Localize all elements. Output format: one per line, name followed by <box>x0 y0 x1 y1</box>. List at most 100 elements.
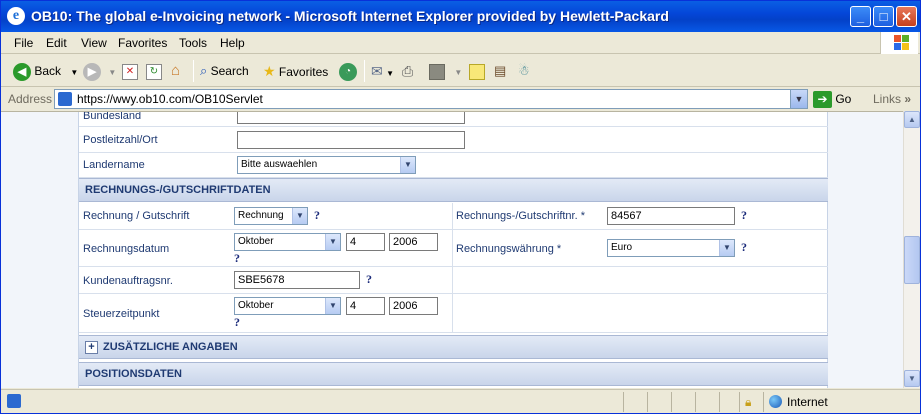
status-pane <box>623 392 647 412</box>
menu-view[interactable]: View <box>81 36 107 50</box>
refresh-button[interactable]: ↻ <box>146 61 162 81</box>
form-row-laender: Landername Bitte auswaehlen ▼ <box>79 153 828 178</box>
chevron-down-icon: ▼ <box>719 240 734 256</box>
links-button[interactable]: Links » <box>873 92 911 106</box>
toolbar: ◀ Back ▼ ▶ ▼ ✕ ↻ ⌂ ⌕ Search ★ Favorites … <box>1 55 920 87</box>
plz-input[interactable] <box>237 131 465 149</box>
page-content: Bundesland Postleitzahl/Ort Landername B… <box>1 111 903 388</box>
research-icon: ▤ <box>494 63 507 78</box>
chevron-down-icon: ▼ <box>400 157 415 173</box>
status-pane <box>695 392 719 412</box>
address-dropdown-icon[interactable]: ▼ <box>790 90 807 108</box>
datum-year-input[interactable]: 2006 <box>389 233 438 251</box>
go-arrow-icon: ➔ <box>813 91 832 109</box>
menu-help[interactable]: Help <box>220 36 245 50</box>
menu-tools[interactable]: Tools <box>179 36 207 50</box>
ie-logo-icon: e <box>7 7 25 25</box>
edit-button[interactable]: ▼ <box>429 61 462 81</box>
help-icon[interactable]: ? <box>234 251 240 266</box>
datum-month-select[interactable]: Oktober ▼ <box>234 233 341 251</box>
waehrung-label: Rechnungswährung * <box>456 243 562 255</box>
mail-dropdown-icon[interactable]: ▼ <box>386 69 394 78</box>
stop-button[interactable]: ✕ <box>122 61 138 81</box>
kunden-input[interactable]: SBE5678 <box>234 271 360 289</box>
laender-select-value: Bitte auswaehlen <box>241 159 318 170</box>
section-title-zusatz: ZUSÄTZLICHE ANGABEN <box>103 341 238 353</box>
typ-label: Rechnung / Gutschrift <box>83 210 190 222</box>
favorites-label: Favorites <box>278 65 329 79</box>
back-arrow-icon: ◀ <box>13 62 31 81</box>
kunden-label: Kundenauftragsnr. <box>83 275 173 287</box>
close-button[interactable]: ✕ <box>896 6 917 27</box>
menu-bar: File Edit View Favorites Tools Help <box>1 32 920 54</box>
address-input[interactable]: https://wwy.ob10.com/OB10Servlet ▼ <box>54 89 808 109</box>
typ-select[interactable]: Rechnung ▼ <box>234 207 308 225</box>
messenger-button[interactable]: ☃ <box>518 61 530 81</box>
help-icon[interactable]: ? <box>234 315 240 330</box>
forward-dropdown-icon[interactable]: ▼ <box>108 68 116 77</box>
steuer-year-input[interactable]: 2006 <box>389 297 438 315</box>
forward-button[interactable]: ▶ ▼ <box>83 61 116 81</box>
waehrung-select[interactable]: Euro ▼ <box>607 239 735 257</box>
search-icon: ⌕ <box>200 63 208 78</box>
form-row-typ: Rechnung / Gutschrift Rechnung ▼ ? Rechn… <box>79 203 828 230</box>
address-url[interactable]: https://wwy.ob10.com/OB10Servlet <box>77 92 263 106</box>
help-icon[interactable]: ? <box>314 208 320 223</box>
print-button[interactable]: ⎙ <box>402 61 413 81</box>
rechnungsnr-label: Rechnungs-/Gutschriftnr. * <box>456 210 586 222</box>
refresh-icon: ↻ <box>146 63 162 80</box>
edit-dropdown-icon[interactable]: ▼ <box>454 68 462 77</box>
help-icon[interactable]: ? <box>741 240 747 255</box>
forward-arrow-icon: ▶ <box>83 62 101 81</box>
lock-icon: 🔒︎ <box>745 395 752 409</box>
section-header-rechnungsdaten: RECHNUNGS-/GUTSCHRIFTDATEN <box>79 178 828 202</box>
rechnungsnr-input[interactable]: 84567 <box>607 207 735 225</box>
vertical-scrollbar[interactable]: ▲ ▼ <box>903 111 920 388</box>
address-label: Address <box>8 92 53 106</box>
go-button[interactable]: ➔ Go <box>813 89 851 109</box>
datum-month-value: Oktober <box>238 236 274 247</box>
section-header-zusatz[interactable]: + ZUSÄTZLICHE ANGABEN <box>79 335 828 359</box>
help-icon[interactable]: ? <box>741 208 747 223</box>
bundesland-input[interactable] <box>237 112 465 124</box>
discuss-button[interactable] <box>469 61 485 81</box>
menu-favorites[interactable]: Favorites <box>118 36 167 50</box>
form-row-bundesland: Bundesland <box>79 112 828 127</box>
steuer-month-select[interactable]: Oktober ▼ <box>234 297 341 315</box>
scroll-down-button[interactable]: ▼ <box>904 370 920 387</box>
scroll-thumb[interactable] <box>904 236 920 284</box>
chevron-right-icon: » <box>904 92 912 106</box>
back-button[interactable]: ◀ Back ▼ <box>13 61 78 81</box>
history-icon: ◔ <box>339 62 357 81</box>
minimize-button[interactable]: _ <box>850 6 871 27</box>
maximize-button[interactable]: □ <box>873 6 894 27</box>
history-button[interactable]: ◔ <box>339 61 357 81</box>
status-bar: 🔒︎ Internet <box>1 389 920 413</box>
steuer-label: Steuerzeitpunkt <box>83 308 160 320</box>
go-label: Go <box>835 92 852 106</box>
form-row-kunden: Kundenauftragsnr. SBE5678 ? <box>79 267 828 294</box>
right-margin <box>828 112 903 388</box>
scroll-up-button[interactable]: ▲ <box>904 111 920 128</box>
zone-label: Internet <box>787 395 828 409</box>
menu-file[interactable]: File <box>14 36 33 50</box>
favorites-button[interactable]: ★ Favorites <box>263 61 328 81</box>
address-bar: Address https://wwy.ob10.com/OB10Servlet… <box>1 88 920 110</box>
datum-day-input[interactable]: 4 <box>346 233 385 251</box>
help-icon[interactable]: ? <box>366 272 372 287</box>
search-button[interactable]: ⌕ Search <box>200 61 249 81</box>
bundesland-label: Bundesland <box>83 111 142 122</box>
edit-icon <box>429 63 445 80</box>
search-label: Search <box>210 64 249 78</box>
back-dropdown-icon[interactable]: ▼ <box>70 68 78 77</box>
steuer-day-input[interactable]: 4 <box>346 297 385 315</box>
mail-button[interactable]: ✉ ▼ <box>371 61 394 81</box>
research-button[interactable]: ▤ <box>494 61 506 81</box>
menu-edit[interactable]: Edit <box>46 36 67 50</box>
laender-label: Landername <box>83 159 145 171</box>
home-button[interactable]: ⌂ <box>171 61 180 81</box>
back-label: Back <box>34 64 62 78</box>
laender-select[interactable]: Bitte auswaehlen ▼ <box>237 156 416 174</box>
title-bar: e OB10: The global e-Invoicing network -… <box>1 1 920 32</box>
expand-plus-icon[interactable]: + <box>85 341 98 354</box>
